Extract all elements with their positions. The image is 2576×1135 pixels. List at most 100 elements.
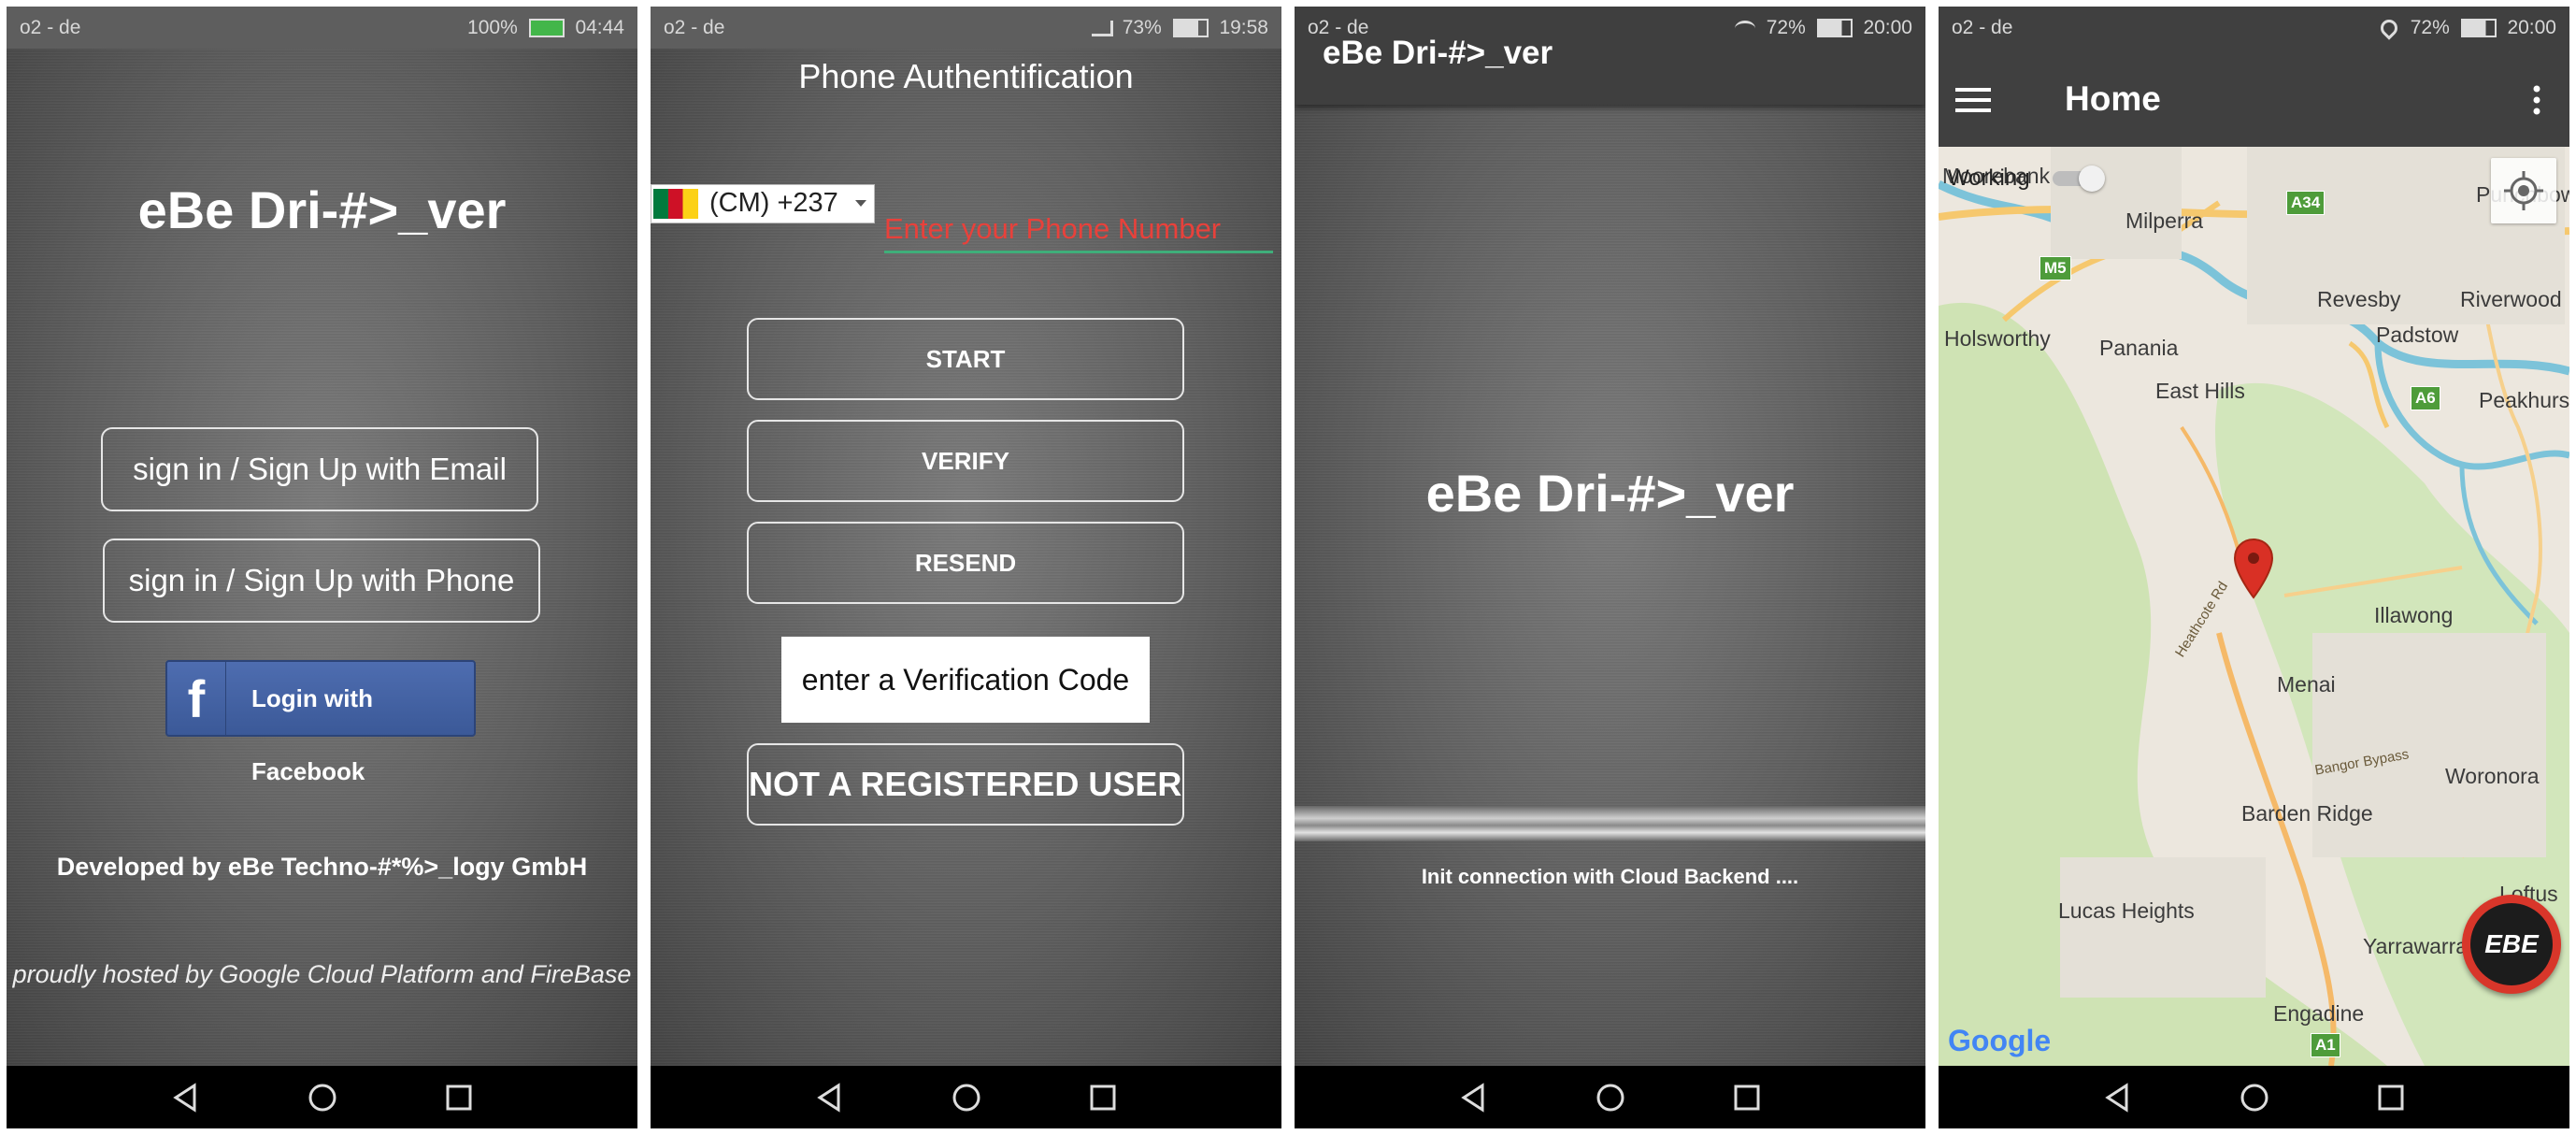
home-icon[interactable] bbox=[952, 1083, 981, 1113]
map-label: Milperra bbox=[2125, 208, 2204, 233]
status-right: 73% 19:58 bbox=[1091, 7, 1268, 49]
verify-label: VERIFY bbox=[922, 447, 1009, 475]
not-registered-label: NOT A REGISTERED USER ? bbox=[749, 765, 1184, 803]
status-bar: o2 - de 73% 19:58 bbox=[651, 7, 1281, 49]
phone-number-input[interactable]: Enter your Phone Number bbox=[884, 207, 1273, 253]
progress-wave bbox=[1295, 806, 1925, 841]
toolbar-title: Home bbox=[2065, 79, 2161, 118]
more-options-icon[interactable] bbox=[2532, 85, 2541, 115]
my-location-button[interactable] bbox=[2491, 158, 2556, 223]
country-code-label: (CM) +237 bbox=[709, 188, 838, 218]
facebook-login-label: Login with Facebook bbox=[251, 684, 373, 785]
app-title: eBe Dri-#>_ver bbox=[1425, 464, 1795, 523]
status-message: Init connection with Cloud Backend .... bbox=[1421, 865, 1799, 888]
facebook-icon: f bbox=[167, 662, 226, 735]
not-registered-button[interactable]: NOT A REGISTERED USER ? bbox=[747, 743, 1184, 826]
battery-icon bbox=[1172, 19, 1209, 38]
developer-credit: Developed by eBe Techno-#*%>_logy GmbH bbox=[56, 853, 588, 881]
country-code-select[interactable]: (CM) +237 bbox=[651, 184, 875, 223]
map-label: Peakhurst bbox=[2479, 388, 2569, 412]
battery-percent: 73% bbox=[1122, 17, 1162, 38]
nav-bar bbox=[7, 1066, 637, 1128]
facebook-login-button[interactable]: f Login with Facebook bbox=[165, 660, 476, 785]
map-label: Lucas Heights bbox=[2058, 898, 2195, 923]
carrier-label: o2 - de bbox=[664, 17, 725, 38]
clock: 20:00 bbox=[2507, 17, 2556, 38]
map-label: Barden Ridge bbox=[2241, 801, 2373, 826]
battery-icon bbox=[528, 19, 565, 38]
battery-percent: 72% bbox=[2410, 17, 2450, 38]
map-pin-icon[interactable] bbox=[2233, 538, 2274, 599]
battery-percent: 100% bbox=[467, 17, 518, 38]
page-title: Phone Authentification bbox=[798, 57, 1134, 95]
chevron-down-icon bbox=[855, 200, 866, 207]
hosting-credit: proudly hosted by Google Cloud Platform … bbox=[12, 960, 632, 988]
clock: 19:58 bbox=[1219, 17, 1268, 38]
toolbar: o2 - de 72% 20:00 Home bbox=[1939, 7, 2569, 147]
status-right: 72% 20:00 bbox=[1734, 7, 1912, 49]
back-icon[interactable] bbox=[1458, 1083, 1488, 1113]
verification-code-input[interactable]: enter a Verification Code bbox=[781, 637, 1150, 723]
home-icon[interactable] bbox=[2240, 1083, 2269, 1113]
map-label: Holsworthy bbox=[1944, 326, 2051, 351]
cameroon-flag-icon bbox=[653, 189, 698, 219]
status-bar: o2 - de 72% 20:00 bbox=[1939, 7, 2569, 49]
verification-code-placeholder: enter a Verification Code bbox=[801, 663, 1130, 697]
location-icon bbox=[2377, 16, 2401, 41]
map-label: Engadine bbox=[2273, 1001, 2365, 1026]
app-title: eBe Dri-#>_ver bbox=[137, 180, 507, 239]
map-label: Illawong bbox=[2374, 603, 2454, 627]
ebe-logo-icon: EBE bbox=[2470, 903, 2553, 985]
screen-loading: o2 - de 72% 20:00 eBe Dri-#>_ver eBe Dri… bbox=[1295, 7, 1925, 1128]
back-icon[interactable] bbox=[814, 1083, 844, 1113]
ebe-fab-button[interactable]: EBE bbox=[2462, 895, 2561, 994]
menu-icon[interactable] bbox=[1955, 86, 1993, 114]
crosshair-icon bbox=[2504, 171, 2543, 210]
road-shield: A1 bbox=[2311, 1033, 2340, 1057]
map-label: Menai bbox=[2277, 672, 2336, 697]
status-right: 72% 20:00 bbox=[2377, 7, 2556, 49]
screen-home-map: o2 - de 72% 20:00 Home Moorebank Milperr… bbox=[1939, 7, 2569, 1128]
map-label: Panania bbox=[2099, 336, 2179, 360]
nav-bar bbox=[1295, 1066, 1925, 1128]
road-shield: M5 bbox=[2039, 256, 2071, 280]
start-button[interactable]: START bbox=[747, 318, 1184, 400]
road-shield: A6 bbox=[2411, 386, 2440, 410]
status-right: 100% 04:44 bbox=[467, 7, 624, 49]
map-label: Revesby bbox=[2317, 287, 2401, 311]
carrier-label: o2 - de bbox=[1952, 17, 2013, 38]
recents-icon[interactable] bbox=[1732, 1083, 1762, 1113]
battery-icon bbox=[1816, 19, 1853, 38]
resend-button[interactable]: RESEND bbox=[747, 522, 1184, 604]
phone-number-placeholder: Enter your Phone Number bbox=[884, 212, 1222, 245]
map-label: Riverwood bbox=[2460, 287, 2562, 311]
phone-signin-label: sign in / Sign Up with Phone bbox=[128, 563, 515, 597]
nav-bar bbox=[651, 1066, 1281, 1128]
battery-percent: 72% bbox=[1766, 17, 1806, 38]
toggle-thumb bbox=[2079, 165, 2105, 192]
map-view[interactable]: Moorebank Milperra Punchbowl Revesby Riv… bbox=[1939, 147, 2569, 1066]
ebe-logo-text: EBE bbox=[2484, 929, 2539, 958]
carrier-label: o2 - de bbox=[20, 17, 81, 38]
working-label: Working bbox=[1948, 165, 2030, 191]
google-logo: Google bbox=[1948, 1024, 2051, 1058]
status-bar: o2 - de 100% 04:44 bbox=[7, 7, 637, 49]
signal-icon bbox=[1091, 20, 1113, 36]
email-signin-label: sign in / Sign Up with Email bbox=[133, 452, 507, 486]
recents-icon[interactable] bbox=[1088, 1083, 1118, 1113]
home-icon[interactable] bbox=[308, 1083, 337, 1113]
recents-icon[interactable] bbox=[444, 1083, 474, 1113]
back-icon[interactable] bbox=[170, 1083, 200, 1113]
screen-login: o2 - de 100% 04:44 eBe Dri-#>_ver sign i… bbox=[7, 7, 637, 1128]
back-icon[interactable] bbox=[2102, 1083, 2132, 1113]
background bbox=[1295, 49, 1925, 1066]
clock: 20:00 bbox=[1863, 17, 1912, 38]
phone-signin-button[interactable]: sign in / Sign Up with Phone bbox=[103, 539, 540, 623]
working-toggle[interactable]: Working bbox=[1948, 162, 2116, 194]
verify-button[interactable]: VERIFY bbox=[747, 420, 1184, 502]
resend-label: RESEND bbox=[914, 549, 1017, 577]
email-signin-button[interactable]: sign in / Sign Up with Email bbox=[101, 427, 538, 511]
recents-icon[interactable] bbox=[2376, 1083, 2406, 1113]
google-logo-text: Google bbox=[1948, 1024, 2052, 1057]
home-icon[interactable] bbox=[1596, 1083, 1625, 1113]
